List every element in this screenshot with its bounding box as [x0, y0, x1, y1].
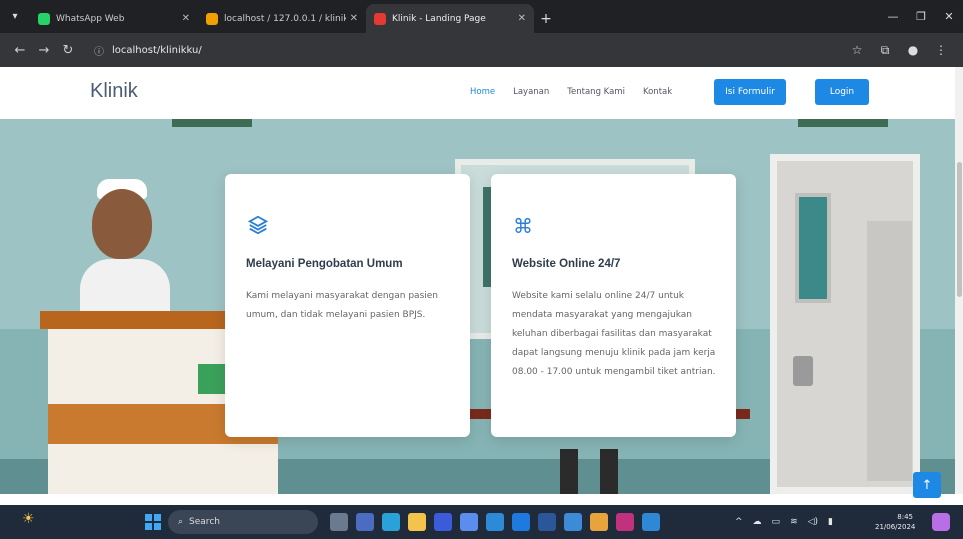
app-l-icon[interactable]	[434, 513, 452, 531]
taskbar-clock[interactable]: 8:45 21/06/2024	[875, 512, 916, 532]
isi-formulir-button[interactable]: Isi Formulir	[714, 79, 786, 105]
chrome-icon[interactable]	[590, 513, 608, 531]
nav-links: Home Layanan Tentang Kami Kontak	[470, 87, 672, 97]
tray-chevron-icon[interactable]: ^	[735, 517, 743, 527]
back-to-top-button[interactable]: ↑	[913, 472, 941, 498]
task-view-icon[interactable]	[330, 513, 348, 531]
browser-tabbar: ▾ WhatsApp Web ✕ localhost / 127.0.0.1 /…	[0, 0, 963, 33]
nav-kontak[interactable]: Kontak	[643, 87, 672, 97]
nurse-illustration	[92, 189, 152, 259]
card-title: Melayani Pengobatan Umum	[246, 258, 403, 270]
tab-title: localhost / 127.0.0.1 / klinikku	[224, 13, 346, 24]
word-icon[interactable]	[538, 513, 556, 531]
forward-icon[interactable]: →	[32, 43, 56, 58]
onedrive-icon[interactable]: ☁	[753, 517, 762, 527]
system-tray: ^ ☁ ▭ ≋ ◁) ▮	[735, 505, 833, 539]
login-button[interactable]: Login	[815, 79, 869, 105]
taskbar-apps	[330, 513, 660, 531]
service-card: ⌘ Website Online 24/7 Website kami selal…	[491, 174, 736, 437]
close-tab-icon[interactable]: ✕	[518, 13, 526, 24]
nav-tentang-kami[interactable]: Tentang Kami	[567, 87, 625, 97]
close-tab-icon[interactable]: ✕	[182, 13, 190, 24]
url-text: localhost/klinikku/	[112, 44, 202, 56]
site-brand[interactable]: Klinik	[90, 80, 138, 103]
wifi-icon[interactable]: ≋	[790, 517, 798, 527]
bookmark-star-icon[interactable]: ☆	[843, 43, 871, 57]
tab-title: Klinik - Landing Page	[392, 13, 486, 24]
address-bar[interactable]: ⓘ localhost/klinikku/	[86, 38, 843, 62]
display-icon[interactable]: ▭	[772, 517, 781, 527]
nav-home[interactable]: Home	[470, 87, 495, 97]
hero-chair	[600, 449, 618, 494]
card-text: Website kami selalu online 24/7 untuk me…	[512, 291, 716, 377]
card-text: Kami melayani masyarakat dengan pasien u…	[246, 291, 439, 320]
close-window-icon[interactable]: ✕	[935, 0, 963, 33]
clock-time: 8:45	[897, 513, 913, 521]
medical-cross-icon	[198, 364, 228, 394]
windows-start-icon[interactable]	[145, 514, 161, 530]
edge-icon[interactable]	[382, 513, 400, 531]
mail-icon[interactable]	[486, 513, 504, 531]
app-pink-icon[interactable]	[616, 513, 634, 531]
menu-icon[interactable]: ⋮	[927, 43, 955, 57]
page-viewport: Klinik Home Layanan Tentang Kami Kontak …	[0, 67, 955, 494]
site-info-icon[interactable]: ⓘ	[94, 43, 104, 58]
file-explorer-icon[interactable]	[408, 513, 426, 531]
page-scrollbar[interactable]	[955, 67, 963, 494]
close-tab-icon[interactable]: ✕	[350, 13, 358, 24]
battery-icon[interactable]: ▮	[828, 517, 833, 527]
weather-icon[interactable]: ☀	[22, 511, 42, 531]
teams-icon[interactable]	[356, 513, 374, 531]
photos-icon[interactable]	[564, 513, 582, 531]
hero-frame	[798, 119, 888, 127]
vscode-icon[interactable]	[642, 513, 660, 531]
hero-frame	[172, 119, 252, 127]
search-icon: ⌕	[178, 517, 184, 527]
browser-toolbar: ← → ↻ ⓘ localhost/klinikku/ ☆ ⧉ ● ⋮	[0, 33, 963, 67]
minimize-icon[interactable]: —	[879, 0, 907, 33]
store-icon[interactable]	[512, 513, 530, 531]
site-navbar: Klinik Home Layanan Tentang Kami Kontak …	[0, 67, 955, 119]
search-label: Search	[189, 517, 220, 527]
whatsapp-favicon-icon	[38, 12, 50, 25]
tab-title: WhatsApp Web	[56, 13, 125, 24]
taskbar-search[interactable]: ⌕ Search	[168, 510, 318, 534]
service-card: Melayani Pengobatan Umum Kami melayani m…	[225, 174, 470, 437]
windows-taskbar: ☀ ⌕ Search ^ ☁ ▭ ≋ ◁) ▮ 8:45 21/06/2024	[0, 505, 963, 539]
volume-icon[interactable]: ◁)	[808, 517, 818, 527]
layers-icon	[247, 214, 271, 238]
command-icon: ⌘	[513, 214, 533, 238]
card-title: Website Online 24/7	[512, 258, 621, 270]
hero-section: Melayani Pengobatan Umum Kami melayani m…	[0, 119, 955, 494]
hero-chair	[560, 449, 578, 494]
nav-layanan[interactable]: Layanan	[513, 87, 549, 97]
tab-klinik[interactable]: Klinik - Landing Page ✕	[366, 4, 534, 33]
tab-phpmyadmin[interactable]: localhost / 127.0.0.1 / klinikku ✕	[198, 4, 366, 33]
reload-icon[interactable]: ↻	[56, 43, 80, 58]
camera-icon[interactable]	[460, 513, 478, 531]
window-controls: — ❐ ✕	[879, 0, 963, 33]
klinik-favicon-icon	[374, 12, 386, 25]
clock-date: 21/06/2024	[875, 523, 916, 531]
tab-search-icon[interactable]: ▾	[0, 0, 30, 33]
phpmyadmin-favicon-icon	[206, 12, 218, 25]
hero-door	[770, 154, 920, 494]
extensions-icon[interactable]: ⧉	[871, 43, 899, 58]
tab-whatsapp[interactable]: WhatsApp Web ✕	[30, 4, 198, 33]
profile-icon[interactable]: ●	[899, 43, 927, 57]
restore-icon[interactable]: ❐	[907, 0, 935, 33]
back-icon[interactable]: ←	[8, 43, 32, 58]
new-tab-button[interactable]: +	[534, 4, 558, 33]
nurse-illustration	[80, 259, 170, 319]
copilot-icon[interactable]	[932, 513, 950, 531]
